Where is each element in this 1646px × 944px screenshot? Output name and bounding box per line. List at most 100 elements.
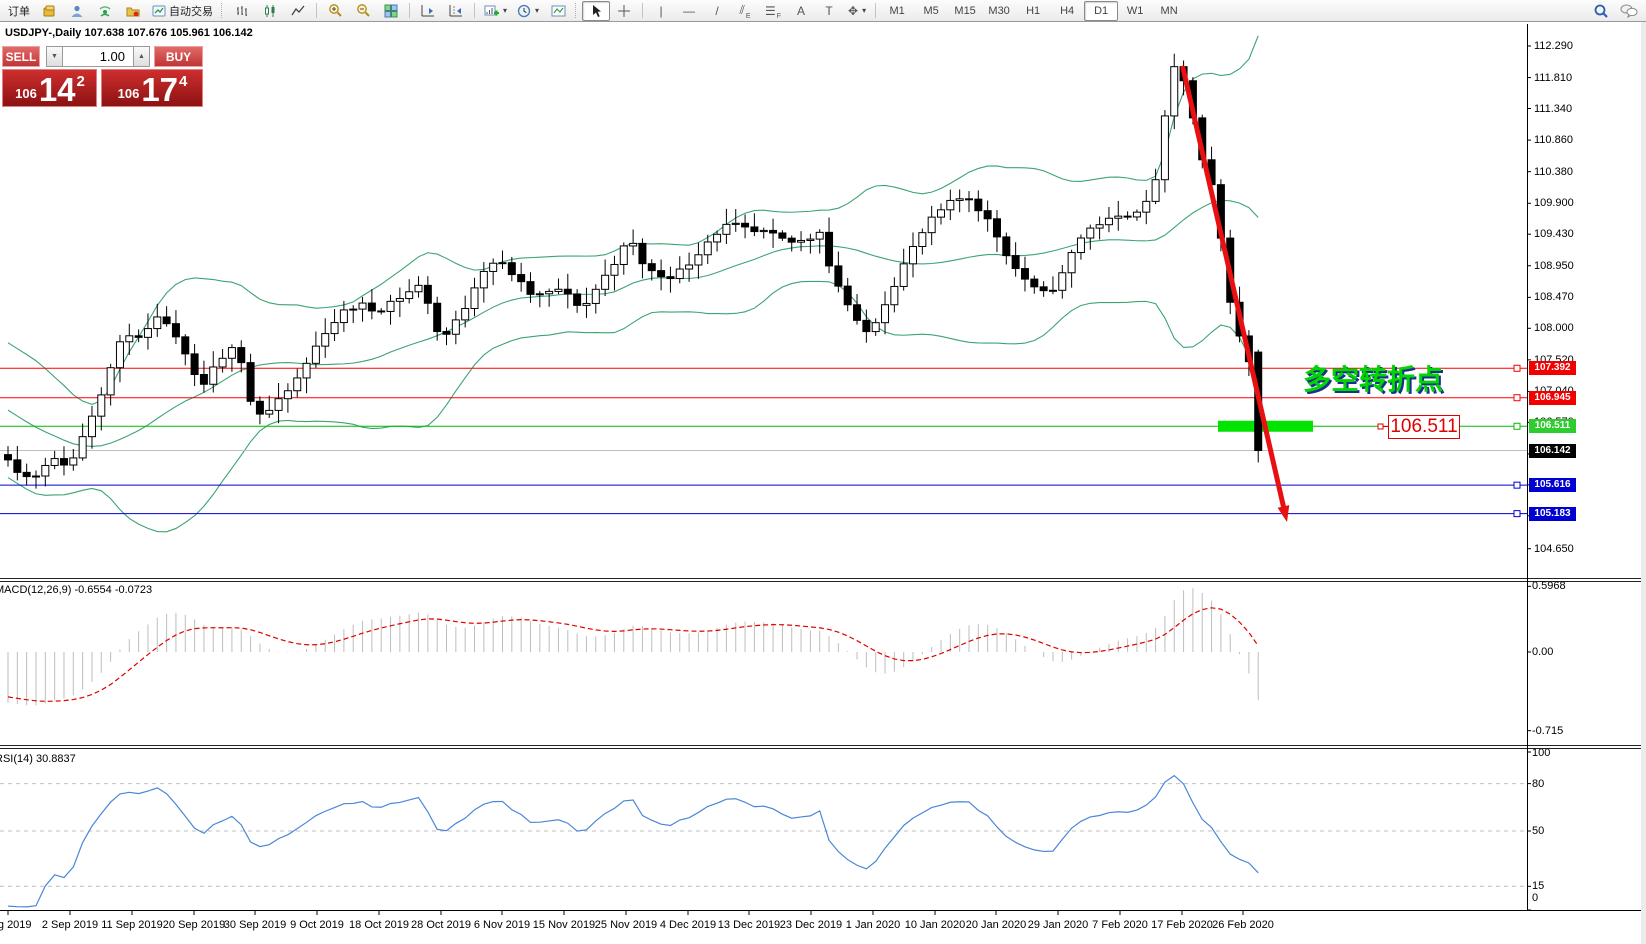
one-click-trading-panel: SELL ▼ ▲ BUY 106 14 2 106 17 4 xyxy=(2,46,203,107)
search-button[interactable] xyxy=(1587,1,1615,21)
timeframe-w1-button[interactable]: W1 xyxy=(1118,1,1152,21)
date-axis-label: 28 Oct 2019 xyxy=(406,919,476,931)
price-level-badge: 107.392 xyxy=(1529,361,1576,375)
price-tick-label: 111.340 xyxy=(1534,103,1572,115)
market-folder-icon[interactable] xyxy=(119,1,147,21)
autotrading-button[interactable]: 自动交易 xyxy=(147,1,218,21)
text-icon: A xyxy=(797,4,805,18)
date-axis-label: 29 Jan 2020 xyxy=(1023,919,1093,931)
chart-shift-button[interactable] xyxy=(442,1,470,21)
fibonacci-retracement-tool-button[interactable]: ☰F xyxy=(759,1,787,21)
line-chart-button[interactable] xyxy=(284,1,312,21)
volume-decrease-button[interactable]: ▼ xyxy=(46,46,63,67)
rsi-tick-label: 100 xyxy=(1532,747,1550,759)
arrow-objects-tool-button[interactable]: ✥▾ xyxy=(843,1,871,21)
timeframe-d1-button[interactable]: D1 xyxy=(1084,1,1118,21)
dropdown-arrow-icon: ▾ xyxy=(862,6,866,15)
date-axis-label: 15 Nov 2019 xyxy=(529,919,599,931)
horizontal-line-icon: — xyxy=(683,4,695,18)
timeframe-m30-button[interactable]: M30 xyxy=(982,1,1016,21)
buy-pips: 17 xyxy=(141,75,178,105)
price-tick-label: 108.000 xyxy=(1534,322,1574,334)
volume-input[interactable] xyxy=(63,46,133,67)
level-callout-box[interactable]: 106.511 xyxy=(1388,415,1460,439)
toolbar-separator xyxy=(474,3,475,18)
price-tick-label: 110.860 xyxy=(1534,134,1573,146)
tile-windows-button[interactable] xyxy=(377,1,405,21)
timeframe-mn-button[interactable]: MN xyxy=(1152,1,1186,21)
new-order-button[interactable]: 订单 xyxy=(3,1,35,21)
timeframe-h1-button[interactable]: H1 xyxy=(1016,1,1050,21)
sell-pips: 14 xyxy=(39,75,76,105)
buy-button[interactable]: BUY xyxy=(154,46,203,67)
price-level-badge: 106.142 xyxy=(1529,444,1576,458)
templates-button[interactable] xyxy=(544,1,572,21)
volume-increase-button[interactable]: ▲ xyxy=(133,46,150,67)
zoom-in-button[interactable] xyxy=(321,1,349,21)
candle-chart-button[interactable] xyxy=(256,1,284,21)
date-axis-label: 26 Feb 2020 xyxy=(1208,919,1278,931)
price-tick-label: 110.380 xyxy=(1534,166,1573,178)
price-tick-label: 107.520 xyxy=(1534,354,1574,366)
window-edge xyxy=(1641,22,1646,944)
sell-pipette: 2 xyxy=(77,73,85,90)
turning-point-annotation[interactable]: 多空转折点 xyxy=(1303,358,1443,398)
sell-button[interactable]: SELL xyxy=(2,46,40,67)
rsi-tick-label: 0 xyxy=(1532,892,1538,904)
rsi-tick-label: 80 xyxy=(1532,778,1544,790)
price-tick-label: 111.810 xyxy=(1534,72,1572,84)
timeframe-group: M1M5M15M30H1H4D1W1MN xyxy=(880,1,1186,21)
date-axis-label: 7 Feb 2020 xyxy=(1085,919,1155,931)
chart-canvas[interactable] xyxy=(0,0,1646,944)
macd-tick-label: 0.00 xyxy=(1532,646,1553,658)
timeframe-h4-button[interactable]: H4 xyxy=(1050,1,1084,21)
cursor-tool-button[interactable] xyxy=(582,1,610,21)
toolbar-grip xyxy=(575,3,579,18)
toolbar-separator xyxy=(409,3,410,18)
date-axis-label: 9 Oct 2019 xyxy=(282,919,352,931)
date-axis-label: Aug 2019 xyxy=(0,919,43,931)
buy-big-figure: 106 xyxy=(118,86,140,101)
auto-scroll-button[interactable] xyxy=(414,1,442,21)
bar-chart-button[interactable] xyxy=(228,1,256,21)
macd-tick-label: -0.715 xyxy=(1532,725,1563,737)
buy-pipette: 4 xyxy=(179,73,187,90)
sell-price-button[interactable]: 106 14 2 xyxy=(2,69,97,107)
rsi-tick-label: 15 xyxy=(1532,880,1544,892)
signals-icon[interactable] xyxy=(91,1,119,21)
horizontal-line-tool-button[interactable]: — xyxy=(675,1,703,21)
text-label-tool-button[interactable]: T xyxy=(815,1,843,21)
sell-big-figure: 106 xyxy=(15,86,37,101)
vertical-line-tool-button[interactable]: | xyxy=(647,1,675,21)
toolbar-separator xyxy=(875,3,876,18)
price-tick-label: 107.040 xyxy=(1534,385,1574,397)
date-axis-label: 20 Jan 2020 xyxy=(961,919,1031,931)
trendline-tool-button[interactable]: / xyxy=(703,1,731,21)
text-tool-button[interactable]: A xyxy=(787,1,815,21)
toolbar: 订单 自动交易 ▾ ▾ |—/⫽E☰FAT✥▾ M1M5M15M30H1H4D1… xyxy=(0,0,1646,22)
buy-price-button[interactable]: 106 17 4 xyxy=(101,69,203,107)
gold-cube-icon[interactable] xyxy=(35,1,63,21)
price-level-badge: 106.511 xyxy=(1529,419,1576,433)
sub-letter: E xyxy=(746,13,751,20)
timeframe-m15-button[interactable]: M15 xyxy=(948,1,982,21)
equidistant-channel-tool-button[interactable]: ⫽E xyxy=(731,1,759,21)
timeframe-m5-button[interactable]: M5 xyxy=(914,1,948,21)
rsi-tick-label: 50 xyxy=(1532,825,1544,837)
toolbar-separator xyxy=(316,3,317,18)
periodicity-dropdown[interactable]: ▾ xyxy=(512,1,544,21)
comments-button[interactable] xyxy=(1615,1,1643,21)
price-tick-label: 112.290 xyxy=(1534,40,1573,52)
crosshair-tool-button[interactable] xyxy=(610,1,638,21)
price-level-badge: 105.183 xyxy=(1529,507,1576,521)
date-axis-label: 4 Dec 2019 xyxy=(653,919,723,931)
arrow-objects-icon: ✥ xyxy=(848,4,858,18)
date-axis-label: 18 Oct 2019 xyxy=(344,919,414,931)
timeframe-m1-button[interactable]: M1 xyxy=(880,1,914,21)
zoom-out-button[interactable] xyxy=(349,1,377,21)
drawing-tools-group: |—/⫽E☰FAT✥▾ xyxy=(647,1,871,21)
date-axis-label: 13 Dec 2019 xyxy=(714,919,784,931)
profile-icon[interactable] xyxy=(63,1,91,21)
toolbar-separator xyxy=(642,3,643,18)
new-chart-dropdown[interactable]: ▾ xyxy=(479,1,512,21)
